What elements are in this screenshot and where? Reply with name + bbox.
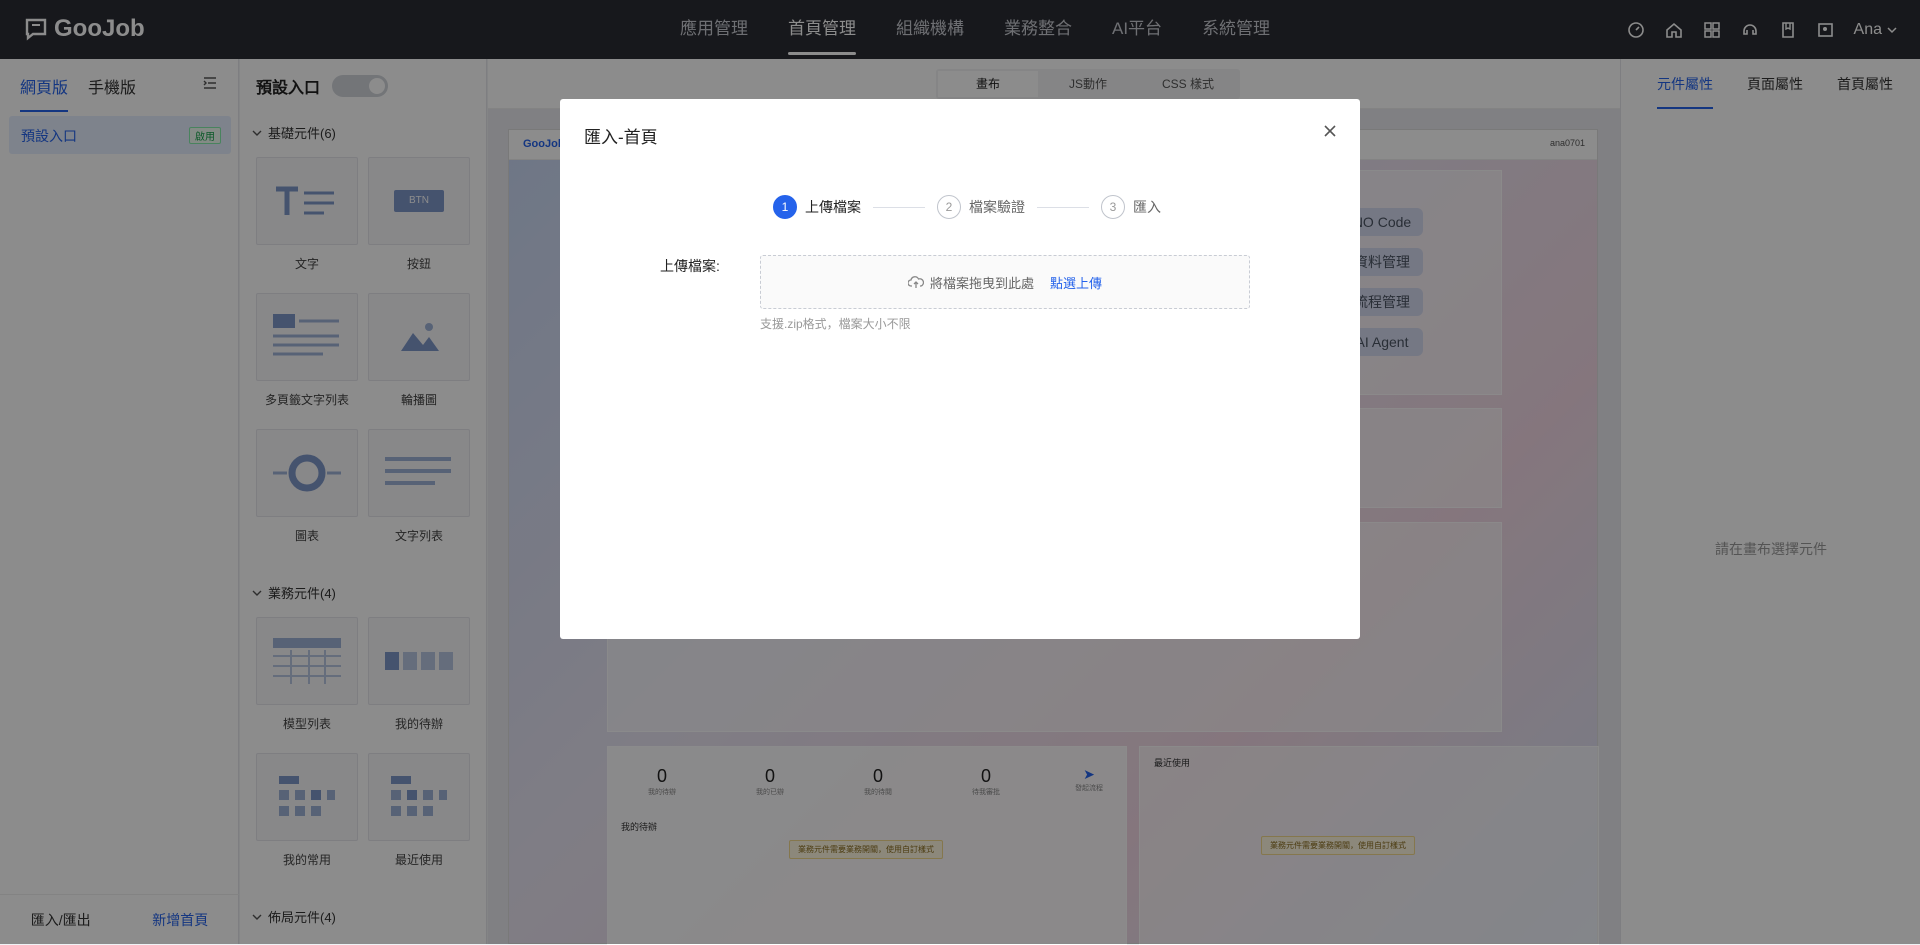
drop-text: 將檔案拖曳到此處 [929,275,1034,291]
step-upload: 1 上傳檔案 [773,195,861,219]
click-upload-link[interactable]: 點選上傳 [1050,273,1102,292]
file-drop-zone[interactable]: 將檔案拖曳到此處 點選上傳 [760,255,1250,309]
import-steps: 1 上傳檔案 2 檔案驗證 3 匯入 [773,195,1161,219]
step-number: 1 [773,195,797,219]
step-number: 3 [1101,195,1125,219]
step-label: 檔案驗證 [969,199,1025,215]
step-import: 3 匯入 [1101,195,1161,219]
step-label: 匯入 [1133,199,1161,215]
upload-hint: 支援.zip格式，檔案大小不限 [760,317,911,331]
step-verify: 2 檔案驗證 [937,195,1025,219]
step-number: 2 [937,195,961,219]
cloud-upload-icon [907,276,924,288]
close-icon[interactable] [1322,123,1338,139]
step-connector [873,206,925,208]
step-connector [1037,206,1089,208]
import-dialog: 匯入-首頁 1 上傳檔案 2 檔案驗證 3 匯入 上傳檔案: 將檔案拖曳到此處 … [560,99,1360,639]
dialog-title: 匯入-首頁 [584,128,658,147]
step-label: 上傳檔案 [805,199,861,215]
upload-field-label: 上傳檔案: [660,258,720,274]
